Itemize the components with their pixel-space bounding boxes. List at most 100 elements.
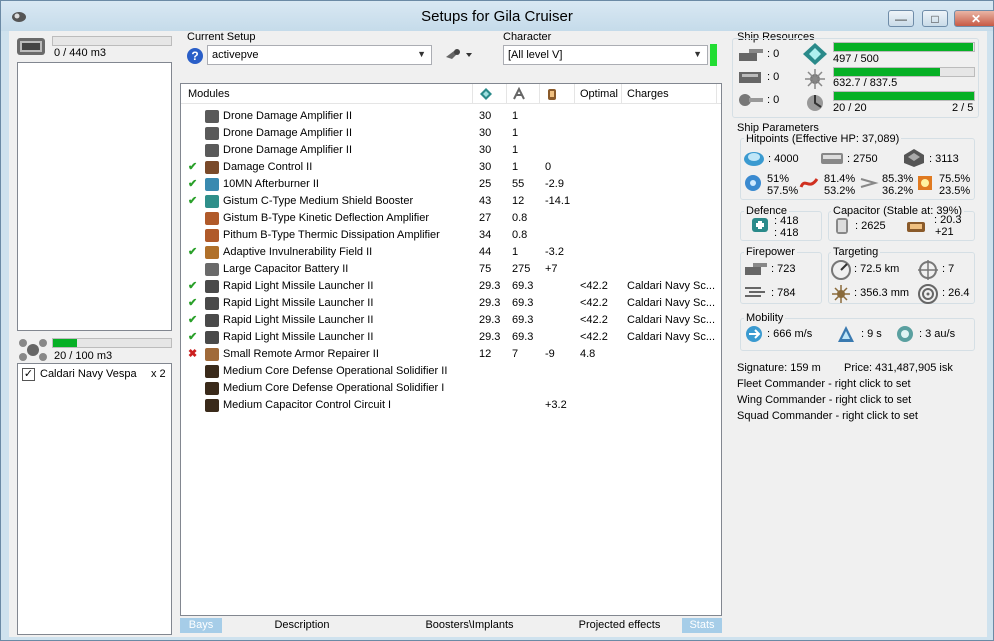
setup-select-value: activepve: [212, 49, 259, 61]
module-cpu: 30: [479, 161, 492, 173]
velocity-icon: [746, 326, 762, 342]
module-row[interactable]: ✔ Adaptive Invulnerability Field II 44 1 -3.…: [181, 244, 721, 261]
module-icon: [205, 280, 219, 293]
minimize-button[interactable]: —: [888, 10, 914, 27]
column-optimal[interactable]: Optimal: [580, 88, 618, 100]
powergrid-column-icon[interactable]: [512, 87, 526, 101]
module-row[interactable]: ✔ 10MN Afterburner II 25 55 -2.9: [181, 176, 721, 193]
tab-projected-effects[interactable]: Projected effects: [557, 618, 682, 633]
column-separator: [539, 84, 540, 104]
module-row[interactable]: ✔ Gistum C-Type Medium Shield Booster 43 12…: [181, 193, 721, 210]
close-button[interactable]: ✕: [954, 10, 994, 27]
module-row[interactable]: Drone Damage Amplifier II 30 1: [181, 125, 721, 142]
module-row[interactable]: ✔ Rapid Light Missile Launcher II 29.3 69.3…: [181, 295, 721, 312]
module-row[interactable]: ✔ Damage Control II 30 1 0: [181, 159, 721, 176]
module-state-icon: ✔: [188, 161, 198, 173]
module-icon: [205, 127, 219, 140]
module-row[interactable]: ✔ Rapid Light Missile Launcher II 29.3 69.3…: [181, 278, 721, 295]
module-icon: [205, 297, 219, 310]
module-optimal: <42.2: [580, 297, 608, 309]
drone-capacity-fill: [53, 339, 77, 347]
repair-icon: [752, 218, 768, 232]
title-bar: Setups for Gila Cruiser — □ ✕: [1, 1, 994, 31]
window-title: Setups for Gila Cruiser: [421, 8, 573, 25]
help-icon[interactable]: ?: [187, 48, 203, 64]
squad-commander[interactable]: Squad Commander - right click to set: [737, 410, 918, 422]
module-icon: [205, 229, 219, 242]
character-select-value: [All level V]: [508, 49, 563, 61]
max-targets-icon: [918, 260, 938, 280]
defence-value-2: : 418: [774, 227, 799, 239]
module-row[interactable]: Gistum B-Type Kinetic Deflection Amplifi…: [181, 210, 721, 227]
module-cpu: 34: [479, 229, 492, 241]
module-row[interactable]: Medium Capacitor Control Circuit I +3.2: [181, 397, 721, 414]
fleet-commander[interactable]: Fleet Commander - right click to set: [737, 378, 911, 390]
module-row[interactable]: ✖ Small Remote Armor Repairer II 12 7 -9 4.8: [181, 346, 721, 363]
module-charges: Caldari Navy Sc...: [627, 280, 716, 292]
setup-select[interactable]: activepve ▼: [207, 45, 432, 65]
modules-table-header: Modules Optimal Charges: [181, 84, 721, 104]
tab-stats[interactable]: Stats: [682, 618, 722, 633]
module-icon: [205, 195, 219, 208]
module-capacitor: -2.9: [545, 178, 564, 190]
module-name: Rapid Light Missile Launcher II: [223, 280, 374, 292]
module-powergrid: 1: [512, 246, 519, 258]
module-row[interactable]: Large Capacitor Battery II 75 275 +7: [181, 261, 721, 278]
module-name: Drone Damage Amplifier II: [223, 127, 352, 139]
module-powergrid: 12: [512, 195, 525, 207]
module-state-icon: ✔: [188, 280, 198, 292]
defence-value-1: : 418: [774, 215, 799, 227]
scan-resolution: : 356.3 mm: [854, 287, 910, 299]
shield-hp-value: : 4000: [768, 153, 799, 165]
tab-bays[interactable]: Bays: [180, 618, 222, 633]
cpu-bar-fill: [834, 43, 974, 51]
module-row[interactable]: ✔ Rapid Light Missile Launcher II 29.3 69.3…: [181, 329, 721, 346]
module-row[interactable]: Pithum B-Type Thermic Dissipation Amplif…: [181, 227, 721, 244]
powergrid-icon: [805, 69, 825, 89]
column-modules[interactable]: Modules: [188, 88, 230, 100]
module-icon: [205, 331, 219, 344]
client-area: 0 / 440 m3 20 / 100 m3 ✓ Caldari Navy Ve…: [9, 31, 987, 637]
module-powergrid: 69.3: [512, 280, 534, 292]
capacitor-recharge-icon: [907, 222, 925, 232]
column-separator: [574, 84, 575, 104]
module-name: Adaptive Invulnerability Field II: [223, 246, 373, 258]
module-row[interactable]: Drone Damage Amplifier II 30 1: [181, 108, 721, 125]
powergrid-bar: [833, 67, 975, 77]
module-capacitor: -9: [545, 348, 555, 360]
module-capacitor: -3.2: [545, 246, 564, 258]
character-status-indicator: [710, 44, 717, 66]
powergrid-bar-fill: [834, 68, 940, 76]
em-resist-armor: 57.5%: [767, 185, 799, 197]
module-row[interactable]: Medium Core Defense Operational Solidifi…: [181, 363, 721, 380]
column-charges[interactable]: Charges: [627, 88, 669, 100]
cargo-capacity-text: 0 / 440 m3: [54, 47, 106, 59]
drone-quantity: x 2: [151, 368, 166, 380]
cargo-list[interactable]: [17, 62, 172, 331]
module-powergrid: 55: [512, 178, 525, 190]
module-cpu: 44: [479, 246, 492, 258]
cpu-column-icon[interactable]: [479, 87, 493, 101]
tab-boosters-implants[interactable]: Boosters\Implants: [382, 618, 557, 633]
drone-checkbox[interactable]: ✓: [22, 368, 35, 381]
wing-commander[interactable]: Wing Commander - right click to set: [737, 394, 911, 406]
module-row[interactable]: Medium Core Defense Operational Solidifi…: [181, 380, 721, 397]
drone-bandwidth-icon: [739, 94, 763, 106]
ship-price: Price: 431,487,905 isk: [844, 362, 953, 374]
modules-table[interactable]: Modules Optimal Charges Drone Damage Amp…: [180, 83, 722, 616]
dps-value: : 723: [771, 263, 796, 275]
drone-list[interactable]: ✓ Caldari Navy Vespa x 2: [17, 363, 172, 635]
module-state-icon: ✔: [188, 297, 198, 309]
explosive-resist-shield: 75.5%: [939, 173, 971, 185]
setup-tools-icon[interactable]: [444, 47, 474, 63]
character-select[interactable]: [All level V] ▼: [503, 45, 708, 65]
tab-description[interactable]: Description: [222, 618, 382, 633]
module-icon: [205, 161, 219, 174]
calibration-icon: [807, 95, 823, 111]
module-name: Damage Control II: [223, 161, 313, 173]
module-row[interactable]: ✔ Rapid Light Missile Launcher II 29.3 69.3…: [181, 312, 721, 329]
capacitor-column-icon[interactable]: [545, 87, 559, 101]
module-name: Pithum B-Type Thermic Dissipation Amplif…: [223, 229, 440, 241]
maximize-button[interactable]: □: [922, 10, 948, 27]
module-row[interactable]: Drone Damage Amplifier II 30 1: [181, 142, 721, 159]
